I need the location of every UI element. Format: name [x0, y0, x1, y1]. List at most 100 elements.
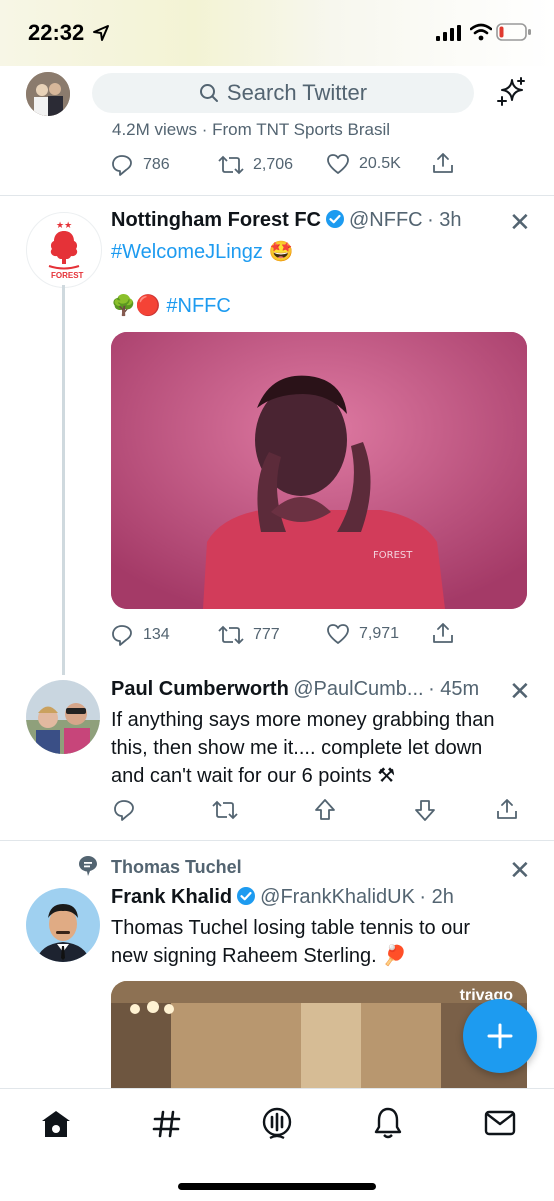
verified-badge-icon — [326, 210, 344, 228]
tweet1-text-line2: 🌳🔴 #NFFC — [111, 292, 231, 320]
retweet-icon — [212, 800, 238, 820]
frank-avatar[interactable] — [26, 888, 100, 962]
retweet-button[interactable] — [212, 798, 238, 822]
spaces-icon[interactable] — [261, 1106, 293, 1142]
downvote-arrow-icon — [415, 800, 435, 821]
share-icon — [433, 623, 453, 643]
wifi-icon — [470, 23, 492, 41]
search-bar[interactable]: Search Twitter — [92, 73, 474, 113]
reply-icon — [112, 625, 132, 646]
tweet2-text: If anything says more money grabbing tha… — [111, 706, 495, 790]
author-handle[interactable]: @FrankKhalidUK — [260, 886, 415, 908]
like-button[interactable]: 7,971 — [326, 623, 399, 645]
heart-icon — [327, 624, 349, 644]
retweet-icon — [218, 625, 244, 645]
profile-avatar[interactable] — [26, 72, 70, 116]
messages-icon[interactable] — [484, 1110, 516, 1136]
divider — [0, 840, 554, 841]
paul-photo-icon — [26, 680, 100, 754]
tweet1-photo[interactable]: FOREST — [111, 332, 527, 609]
cellular-signal-icon — [436, 25, 461, 41]
tweet2-line3: and can't wait for our 6 points ⚒ — [111, 765, 396, 787]
tweet1-actions: 134 777 7,971 — [0, 620, 554, 650]
tweet3-line2: new signing Raheem Sterling. 🏓 — [111, 945, 408, 967]
reply-button[interactable] — [112, 798, 136, 822]
like-button[interactable]: 20.5K — [326, 153, 401, 175]
retweet-button[interactable]: 777 — [218, 623, 280, 647]
thread-line — [62, 285, 65, 675]
svg-text:FOREST: FOREST — [373, 550, 413, 561]
nffc-avatar-text: FOREST — [51, 271, 84, 280]
like-count: 20.5K — [359, 155, 401, 172]
dismiss-tweet-button[interactable]: ✕ — [509, 207, 531, 238]
reply-icon — [112, 155, 132, 176]
divider — [0, 195, 554, 196]
tree-circle-emoji: 🌳🔴 — [111, 295, 161, 317]
author-handle[interactable]: @NFFC — [349, 209, 423, 231]
share-button[interactable] — [432, 621, 454, 645]
downvote-button[interactable] — [414, 798, 436, 822]
share-icon — [433, 153, 453, 173]
reply-button[interactable]: 786 — [110, 153, 170, 177]
sparkle-timeline-icon[interactable] — [494, 76, 528, 110]
verified-badge-icon — [237, 887, 256, 905]
tweet2-line2: this, then show me it.... complete let d… — [111, 737, 483, 759]
status-bar: 22:32 — [0, 0, 554, 66]
status-time: 22:32 — [28, 20, 85, 45]
author-name[interactable]: Nottingham Forest FC — [111, 209, 321, 231]
profile-photo-icon — [26, 72, 70, 116]
explore-hashtag-icon[interactable] — [152, 1109, 182, 1139]
tweet2-header: Paul Cumberworth @PaulCumb... · 45m — [111, 678, 479, 701]
tweet3-text: Thomas Tuchel losing table tennis to our… — [111, 914, 470, 970]
retweet-button[interactable]: 2,706 — [218, 153, 293, 177]
share-icon — [497, 799, 517, 819]
retweet-icon — [218, 155, 244, 175]
tweet2-line1: If anything says more money grabbing tha… — [111, 709, 495, 731]
compose-tweet-button[interactable] — [463, 999, 537, 1073]
upvote-button[interactable] — [314, 798, 336, 822]
player-photo-icon: FOREST — [111, 332, 527, 609]
dismiss-tweet-button[interactable]: ✕ — [509, 855, 531, 886]
share-button[interactable] — [432, 151, 454, 175]
topic-icon — [79, 856, 97, 876]
heart-icon — [327, 154, 349, 174]
author-name[interactable]: Frank Khalid — [111, 886, 232, 908]
tweet-time: · 3h — [427, 209, 462, 231]
tweet3-line1: Thomas Tuchel losing table tennis to our — [111, 917, 471, 939]
svg-text:★★: ★★ — [56, 221, 72, 231]
tweet3-header: Frank Khalid @FrankKhalidUK · 2h — [111, 886, 454, 909]
home-icon[interactable] — [40, 1109, 72, 1139]
hashtag-link[interactable]: #WelcomeJLingz — [111, 241, 263, 263]
reply-icon — [114, 800, 134, 821]
home-indicator[interactable] — [178, 1183, 376, 1190]
star-struck-emoji-icon: 🤩 — [268, 241, 294, 263]
retweet-count: 2,706 — [253, 156, 294, 173]
topic-context-label[interactable]: Thomas Tuchel — [111, 857, 242, 878]
prev-tweet-actions: 786 2,706 20.5K — [0, 150, 554, 180]
tweet-time: · 2h — [419, 886, 454, 908]
nffc-avatar[interactable]: ★★ FOREST — [26, 212, 102, 288]
dismiss-tweet-button[interactable]: ✕ — [509, 676, 531, 707]
share-button[interactable] — [496, 797, 518, 821]
search-icon — [199, 84, 218, 102]
hashtag-link-nffc[interactable]: #NFFC — [166, 295, 230, 317]
like-count: 7,971 — [359, 625, 400, 642]
tweet-time: · 45m — [428, 678, 480, 700]
paul-avatar[interactable] — [26, 680, 100, 754]
tweet2-actions — [0, 796, 554, 826]
views-attribution: 4.2M views · From TNT Sports Brasil — [112, 120, 391, 139]
search-placeholder: Search Twitter — [226, 80, 368, 105]
tweet1-header: Nottingham Forest FC @NFFC · 3h — [111, 209, 462, 232]
retweet-count: 777 — [253, 626, 280, 643]
location-arrow-icon — [93, 25, 109, 41]
tweet1-text-line1: #WelcomeJLingz 🤩 — [111, 238, 293, 266]
notifications-icon[interactable] — [373, 1106, 403, 1140]
reply-count: 134 — [143, 626, 170, 643]
plus-icon — [487, 1023, 513, 1049]
battery-icon — [496, 23, 531, 41]
frank-cartoon-avatar-icon — [26, 888, 100, 962]
author-handle[interactable]: @PaulCumb... — [293, 678, 423, 700]
author-name[interactable]: Paul Cumberworth — [111, 678, 289, 700]
upvote-arrow-icon — [315, 799, 335, 820]
reply-button[interactable]: 134 — [110, 623, 170, 647]
